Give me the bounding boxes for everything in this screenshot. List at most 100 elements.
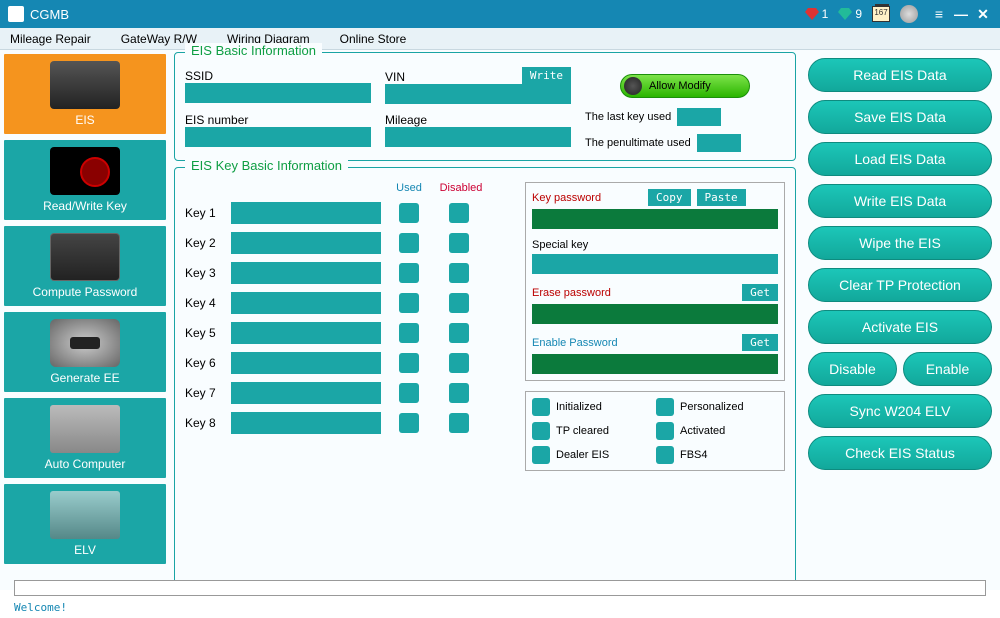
penultimate-key-value [697, 134, 741, 152]
checkbox[interactable] [532, 422, 550, 440]
key-label: Key 4 [185, 296, 225, 310]
group-legend: EIS Key Basic Information [185, 158, 348, 173]
key-used-checkbox[interactable] [399, 203, 419, 223]
read-eis-data-button[interactable]: Read EIS Data [808, 58, 992, 92]
key-used-checkbox[interactable] [399, 233, 419, 253]
save-eis-data-button[interactable]: Save EIS Data [808, 100, 992, 134]
checkbox[interactable] [656, 398, 674, 416]
key-row: Key 2 [185, 232, 515, 254]
key-value-input[interactable] [231, 322, 381, 344]
write-vin-button[interactable]: Write [522, 67, 571, 84]
key-used-checkbox[interactable] [399, 383, 419, 403]
key-value-input[interactable] [231, 262, 381, 284]
key-value-input[interactable] [231, 292, 381, 314]
center-panel: EIS Basic Information SSID VIN Write All… [170, 50, 800, 590]
vin-input[interactable] [385, 84, 571, 104]
special-key-input[interactable] [532, 254, 778, 274]
key-used-checkbox[interactable] [399, 263, 419, 283]
activate-eis-button[interactable]: Activate EIS [808, 310, 992, 344]
get-erase-password-button[interactable]: Get [742, 284, 778, 301]
key-row: Key 8 [185, 412, 515, 434]
key-row: Key 5 [185, 322, 515, 344]
status-initialized: Initialized [532, 398, 654, 416]
key-disabled-checkbox[interactable] [449, 293, 469, 313]
key-value-input[interactable] [231, 232, 381, 254]
key-row: Key 1 [185, 202, 515, 224]
key-value-input[interactable] [231, 382, 381, 404]
key-label: Key 2 [185, 236, 225, 250]
status-bar [14, 580, 986, 596]
checkbox[interactable] [656, 446, 674, 464]
used-header: Used [385, 182, 433, 194]
key-used-checkbox[interactable] [399, 323, 419, 343]
sync-elv-button[interactable]: Sync W204 ELV [808, 394, 992, 428]
sidebar-item-compute-password[interactable]: Compute Password [4, 226, 166, 306]
key-used-checkbox[interactable] [399, 413, 419, 433]
key-detail-panel: Key password Copy Paste Special key [525, 182, 785, 471]
key-label: Key 1 [185, 206, 225, 220]
minimize-button[interactable]: — [952, 5, 970, 23]
red-gem-stat: 1 [805, 7, 829, 21]
mileage-input[interactable] [385, 127, 571, 147]
key-disabled-checkbox[interactable] [449, 263, 469, 283]
disabled-header: Disabled [433, 182, 489, 194]
copy-button[interactable]: Copy [648, 189, 691, 206]
key-used-checkbox[interactable] [399, 293, 419, 313]
key-value-input[interactable] [231, 412, 381, 434]
sidebar-item-auto-computer[interactable]: Auto Computer [4, 398, 166, 478]
key-value-input[interactable] [231, 352, 381, 374]
printer-icon [50, 319, 120, 367]
enable-password-label: Enable Password [532, 337, 642, 349]
eis-basic-info-group: EIS Basic Information SSID VIN Write All… [174, 52, 796, 161]
get-enable-password-button[interactable]: Get [742, 334, 778, 351]
menubar: Mileage Repair GateWay R/W Wiring Diagra… [0, 28, 1000, 50]
ssid-input[interactable] [185, 83, 371, 103]
checkbox[interactable] [532, 446, 550, 464]
erase-password-input[interactable] [532, 304, 778, 324]
wipe-eis-button[interactable]: Wipe the EIS [808, 226, 992, 260]
key-disabled-checkbox[interactable] [449, 413, 469, 433]
disable-button[interactable]: Disable [808, 352, 897, 386]
vin-label: VIN [385, 70, 405, 84]
calendar-stat[interactable]: 167 [872, 6, 890, 22]
enable-button[interactable]: Enable [903, 352, 992, 386]
hamburger-menu-icon[interactable]: ≡ [930, 5, 948, 23]
paste-button[interactable]: Paste [697, 189, 746, 206]
checkbox[interactable] [532, 398, 550, 416]
key-label: Key 7 [185, 386, 225, 400]
close-button[interactable]: ✕ [974, 5, 992, 23]
sidebar-item-generate-ee[interactable]: Generate EE [4, 312, 166, 392]
red-gem-icon [805, 8, 819, 20]
main-area: EIS Read/Write Key Compute Password Gene… [0, 50, 1000, 590]
key-value-input[interactable] [231, 202, 381, 224]
eis-module-icon [50, 61, 120, 109]
key-password-input[interactable] [532, 209, 778, 229]
green-gem-count: 9 [855, 7, 862, 21]
menu-mileage-repair[interactable]: Mileage Repair [10, 32, 91, 46]
menu-online-store[interactable]: Online Store [340, 32, 407, 46]
key-disabled-checkbox[interactable] [449, 323, 469, 343]
key-disabled-checkbox[interactable] [449, 233, 469, 253]
eis-number-input[interactable] [185, 127, 371, 147]
key-fob-icon [50, 147, 120, 195]
sidebar-item-eis[interactable]: EIS [4, 54, 166, 134]
clear-tp-button[interactable]: Clear TP Protection [808, 268, 992, 302]
load-eis-data-button[interactable]: Load EIS Data [808, 142, 992, 176]
allow-modify-toggle[interactable]: Allow Modify [620, 74, 750, 98]
key-disabled-checkbox[interactable] [449, 203, 469, 223]
status-welcome: Welcome! [14, 601, 67, 614]
action-column: Read EIS Data Save EIS Data Load EIS Dat… [800, 50, 1000, 590]
key-used-checkbox[interactable] [399, 353, 419, 373]
medal-icon[interactable] [900, 5, 918, 23]
enable-password-input[interactable] [532, 354, 778, 374]
key-disabled-checkbox[interactable] [449, 383, 469, 403]
key-row: Key 3 [185, 262, 515, 284]
checkbox[interactable] [656, 422, 674, 440]
key-disabled-checkbox[interactable] [449, 353, 469, 373]
check-eis-status-button[interactable]: Check EIS Status [808, 436, 992, 470]
write-eis-data-button[interactable]: Write EIS Data [808, 184, 992, 218]
chip-icon [50, 233, 120, 281]
last-key-label: The last key used [585, 111, 671, 123]
sidebar-item-read-write-key[interactable]: Read/Write Key [4, 140, 166, 220]
sidebar-item-elv[interactable]: ELV [4, 484, 166, 564]
